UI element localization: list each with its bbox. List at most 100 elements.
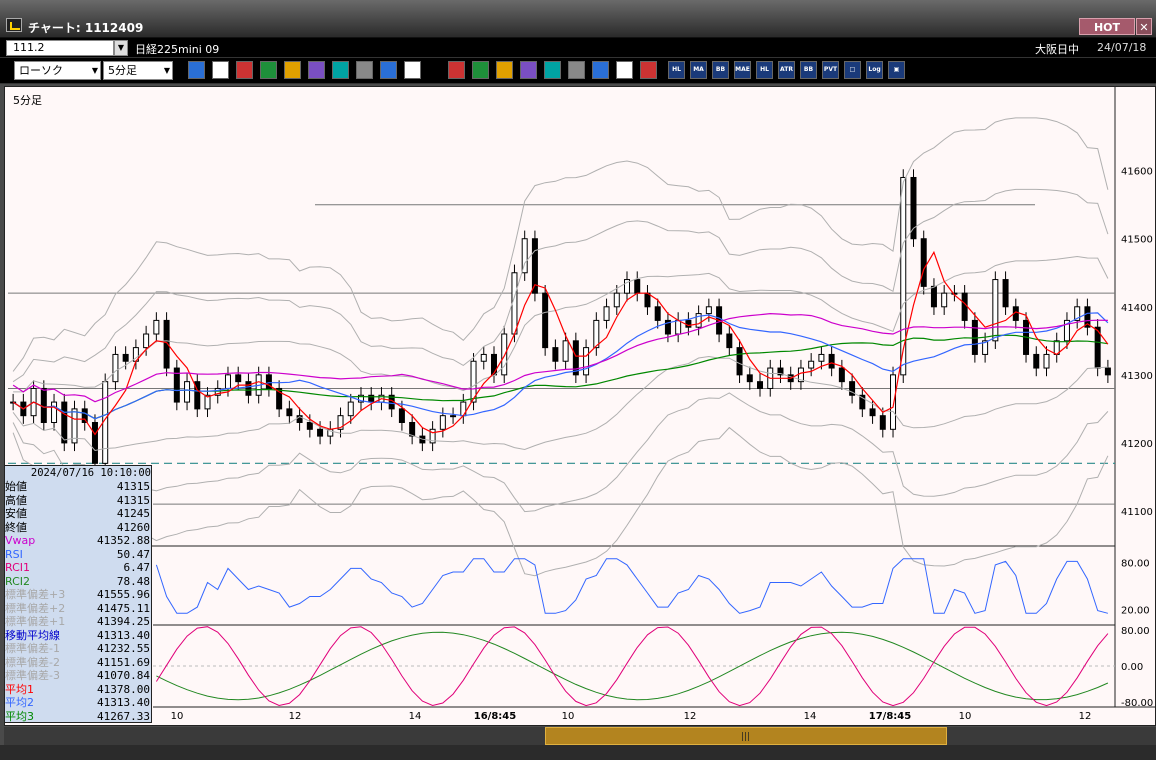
candle-body [654,306,661,321]
candle-body [583,347,590,376]
split-icon[interactable] [212,61,229,79]
data-row-label: Vwap [5,534,36,547]
data-row-label: RSI [5,547,23,561]
ma1-line [12,250,1109,436]
indicator-button-5[interactable]: ATR [778,61,795,79]
candle-body [808,360,815,369]
candle-body [40,387,47,423]
candle-body [941,292,948,308]
indicator-button-4[interactable]: HL [756,61,773,79]
expand-icon[interactable] [308,61,325,79]
chart-area[interactable]: 41600 41500 41400 41300 41200 41100 80.00 20.00… [4,86,1156,726]
timeframe-select[interactable]: 5分足 ▼ [103,61,173,80]
data-row-value: 41315 [116,480,150,493]
candle-body [398,408,405,423]
candle-body [1104,367,1111,376]
data-row-value: 41313.40 [97,628,150,642]
data-row: 平均3 41267.33 [5,710,153,723]
chart-scrollbar[interactable]: ||| [4,727,1156,745]
timeframe-label: 5分足 [13,94,42,107]
info-icon[interactable] [332,61,349,79]
data-row-value: 41378.00 [97,682,150,696]
candle-body [184,381,191,403]
pointer-icon[interactable] [496,61,513,79]
price-icon[interactable] [284,61,301,79]
bollinger-band-line [12,426,1109,577]
candle-body [879,415,886,430]
rci-tick-label: 0.00 [1121,662,1143,673]
candle-body [736,347,743,376]
candle-body [245,381,252,396]
grip-icon: ||| [741,732,751,742]
data-row-value: 41555.96 [97,588,150,601]
candle-body [910,176,917,240]
search-zoom-icon[interactable] [260,61,277,79]
indicator-button-8[interactable]: □ [844,61,861,79]
data-row-label: 標準偏差-3 [5,669,60,682]
adjust2-icon[interactable] [380,61,397,79]
scroll-track-right[interactable] [947,727,1156,745]
indicator-button-6[interactable]: BB [800,61,817,79]
indicator-button-9[interactable]: Log [866,61,883,79]
candle-body [1033,353,1040,369]
indicator-button-1[interactable]: MA [690,61,707,79]
settings-icon[interactable] [616,61,633,79]
pen-icon[interactable] [448,61,465,79]
rsi-line [155,558,1109,614]
hot-button[interactable]: HOT [1079,18,1135,35]
candle-body [143,333,150,349]
candle-body [828,353,835,369]
data-row-value: 41070.84 [97,669,150,682]
price-tick-label: 41100 [1121,507,1153,518]
undo-icon[interactable] [520,61,537,79]
marker-icon[interactable] [236,61,253,79]
scroll-track-left[interactable] [4,727,545,745]
data-row-label: 高値 [5,493,27,507]
all-icon[interactable] [404,61,421,79]
chart-canvas[interactable]: 41600 41500 41400 41300 41200 41100 80.00 20.00… [5,87,1155,725]
candle-body [644,292,651,308]
color-icon[interactable] [640,61,657,79]
data-row: 標準偏差+1 41394.25 [5,615,153,628]
symbol-code-input[interactable]: 111.2 [6,40,114,56]
chevron-down-icon[interactable]: ▼ [114,40,128,56]
candle-body [920,238,927,287]
data-row-value: 41475.11 [97,601,150,615]
candle-body [930,285,937,308]
indicator-button-3[interactable]: MAE [734,61,751,79]
candle-body [112,353,119,383]
indicator-button-7[interactable]: PVT [822,61,839,79]
time-tick-label: 14 [804,711,817,722]
price-tick-label: 41400 [1121,303,1153,314]
data-row-value: 41352.88 [97,534,150,547]
trash-icon[interactable] [568,61,585,79]
memo-icon[interactable] [544,61,561,79]
candle-body [439,415,446,430]
candle-body [51,401,58,423]
rci-tick-label: 80.00 [1121,626,1150,637]
time-tick-label: 12 [684,711,697,722]
chart-type-select[interactable]: ローソク ▼ [14,61,101,80]
data-row-value: 50.47 [116,547,150,561]
data-row-value: 41313.40 [97,696,150,709]
scroll-thumb[interactable]: ||| [545,727,947,745]
close-icon[interactable]: ✕ [1136,18,1152,35]
window-title: チャート: 1112409 [28,21,144,35]
data-row-label: 標準偏差+2 [5,601,66,615]
candle-body [153,319,160,335]
zoom-icon[interactable] [188,61,205,79]
indicator-button-0[interactable]: HL [668,61,685,79]
grid-icon[interactable] [592,61,609,79]
data-row: 安値 41245 [5,507,153,520]
indicator-button-10[interactable]: ▣ [888,61,905,79]
data-row-label: 終値 [5,520,27,534]
candle-body [890,374,897,430]
data-row: RSI 50.47 [5,548,153,561]
line-icon[interactable] [472,61,489,79]
market-date: 24/07/18 [1097,41,1147,54]
candle-body [286,408,293,417]
adjust-icon[interactable] [356,61,373,79]
time-tick-label: 14 [409,711,422,722]
time-tick-label: 12 [289,711,302,722]
indicator-button-2[interactable]: BB [712,61,729,79]
